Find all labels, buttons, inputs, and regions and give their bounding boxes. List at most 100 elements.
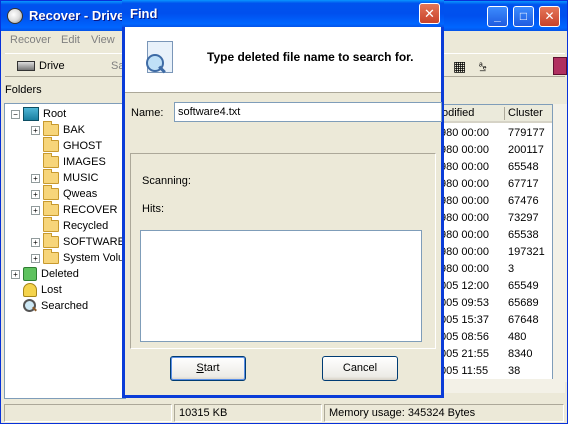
list-item[interactable]: 005 21:55 8340 (440, 346, 552, 363)
cluster-cell: 67476 (508, 195, 539, 207)
cluster-cell: 197321 (508, 246, 545, 258)
tree-item[interactable]: − Root (11, 106, 66, 122)
cluster-cell: 65549 (508, 280, 539, 292)
list-item[interactable]: 980 00:00 779177 (440, 125, 552, 142)
start-accel: S (196, 362, 204, 374)
list-item[interactable]: 980 00:00 65538 (440, 227, 552, 244)
start-button[interactable]: Start (170, 356, 246, 381)
expander-icon[interactable]: + (31, 237, 40, 247)
name-input[interactable] (174, 102, 442, 122)
cluster-cell: 200117 (508, 144, 544, 156)
list-item[interactable]: 980 00:00 65548 (440, 159, 552, 176)
sort-icon[interactable]: ᵃ̲ₑ (479, 57, 486, 75)
tree-item-label: GHOST (63, 140, 103, 152)
tree-item[interactable]: + System Volu (31, 249, 125, 266)
tree-item[interactable]: + MUSIC (31, 169, 99, 186)
menu-edit[interactable]: Edit (61, 34, 80, 46)
book-icon[interactable] (553, 57, 567, 75)
col-separator[interactable] (504, 107, 505, 120)
deleted-icon (23, 267, 37, 281)
list-item[interactable]: 005 15:37 67648 (440, 312, 552, 329)
expander-icon[interactable]: + (31, 253, 40, 263)
modified-cell: 980 00:00 (440, 161, 489, 173)
status-memory: Memory usage: 345324 Bytes (324, 404, 564, 422)
find-document-icon (146, 41, 173, 73)
tree-item-label: IMAGES (63, 156, 106, 168)
cluster-cell: 73297 (508, 212, 539, 224)
close-button[interactable]: ✕ (539, 6, 560, 27)
tree-item-label: BAK (63, 124, 86, 136)
dialog-header: Type deleted file name to search for. (125, 27, 441, 93)
modified-cell: 980 00:00 (440, 229, 489, 241)
list-item[interactable]: 980 00:00 200117 (440, 142, 552, 159)
tree-item[interactable]: + SOFTWARE (31, 233, 125, 250)
file-list[interactable]: odified Cluster 980 00:00 779177 980 00:00… (439, 104, 553, 382)
expander-icon[interactable]: + (31, 205, 40, 215)
expander-icon[interactable]: + (31, 189, 40, 199)
list-item[interactable]: 980 00:00 67476 (440, 193, 552, 210)
list-item[interactable]: 980 00:00 67717 (440, 176, 552, 193)
tree-item[interactable]: + Deleted (11, 266, 79, 282)
col-modified[interactable]: odified (442, 107, 474, 119)
list-item[interactable]: 980 00:00 73297 (440, 210, 552, 227)
tree-item-label: Lost (41, 284, 62, 296)
dialog-title-bar[interactable]: Find ✕ (122, 0, 444, 27)
tree-item[interactable]: Lost (11, 282, 62, 298)
folder-icon (43, 233, 59, 248)
tree-item[interactable]: Searched (11, 298, 88, 314)
menu-recover[interactable]: Recover (10, 34, 51, 46)
modified-cell: 005 09:53 (440, 297, 489, 309)
folder-icon (43, 137, 59, 152)
folder-icon (43, 153, 59, 168)
cluster-cell: 38 (508, 365, 521, 377)
horizontal-scrollbar[interactable] (439, 379, 565, 393)
expander-icon[interactable]: + (31, 125, 40, 135)
folders-header: Folders (5, 84, 42, 96)
modified-cell: 005 21:55 (440, 348, 489, 360)
list-item[interactable]: 005 11:55 38 (440, 363, 552, 380)
folder-icon (43, 249, 59, 264)
modified-cell: 005 12:00 (440, 280, 489, 292)
maximize-button[interactable]: □ (513, 6, 534, 27)
cluster-cell: 65689 (508, 297, 539, 309)
modified-cell: 005 15:37 (440, 314, 489, 326)
list-item[interactable]: 005 09:53 65689 (440, 295, 552, 312)
hits-list[interactable] (140, 230, 422, 342)
folder-icon (43, 185, 59, 200)
tree-item-label: Root (43, 108, 67, 120)
list-item[interactable]: 005 08:56 480 (440, 329, 552, 346)
tree-item[interactable]: Recycled (31, 217, 109, 234)
cluster-cell: 67717 (508, 178, 539, 190)
tree-item[interactable]: + Qweas (31, 185, 97, 202)
tree-item[interactable]: + RECOVER (31, 201, 117, 218)
app-icon (7, 8, 23, 24)
modified-cell: 980 00:00 (440, 127, 489, 139)
details-view-icon[interactable]: ▦ (453, 57, 466, 75)
tree-item-label: Recycled (63, 220, 109, 232)
cluster-cell: 779177 (508, 127, 545, 139)
list-item[interactable]: 980 00:00 3 (440, 261, 552, 278)
expander-icon[interactable]: − (11, 109, 20, 119)
modified-cell: 980 00:00 (440, 195, 489, 207)
folder-tree[interactable]: − Root + BAK GHOST IMAGES + MUSIC + Qweas + RECOVER… (4, 103, 126, 399)
list-item[interactable]: 980 00:00 197321 (440, 244, 552, 261)
list-item[interactable]: 005 12:00 65549 (440, 278, 552, 295)
dialog-close-button[interactable]: ✕ (419, 3, 440, 24)
tree-item[interactable]: IMAGES (31, 153, 106, 170)
tree-item-label: MUSIC (63, 172, 99, 184)
minimize-button[interactable]: _ (487, 6, 508, 27)
drive-button[interactable]: Drive (17, 57, 65, 75)
vertical-scrollbar[interactable] (553, 104, 567, 382)
expander-icon[interactable]: + (11, 269, 20, 279)
expander-icon[interactable]: + (31, 173, 40, 183)
cluster-cell: 8340 (508, 348, 533, 360)
cancel-button[interactable]: Cancel (322, 356, 398, 381)
col-cluster[interactable]: Cluster (508, 107, 543, 119)
tree-item-label: System Volu (63, 252, 125, 264)
name-label: Name: (131, 107, 164, 119)
tree-item[interactable]: + BAK (31, 121, 86, 138)
modified-cell: 980 00:00 (440, 263, 489, 275)
tree-item[interactable]: GHOST (31, 137, 103, 154)
menu-view[interactable]: View (91, 34, 115, 46)
modified-cell: 005 08:56 (440, 331, 489, 343)
